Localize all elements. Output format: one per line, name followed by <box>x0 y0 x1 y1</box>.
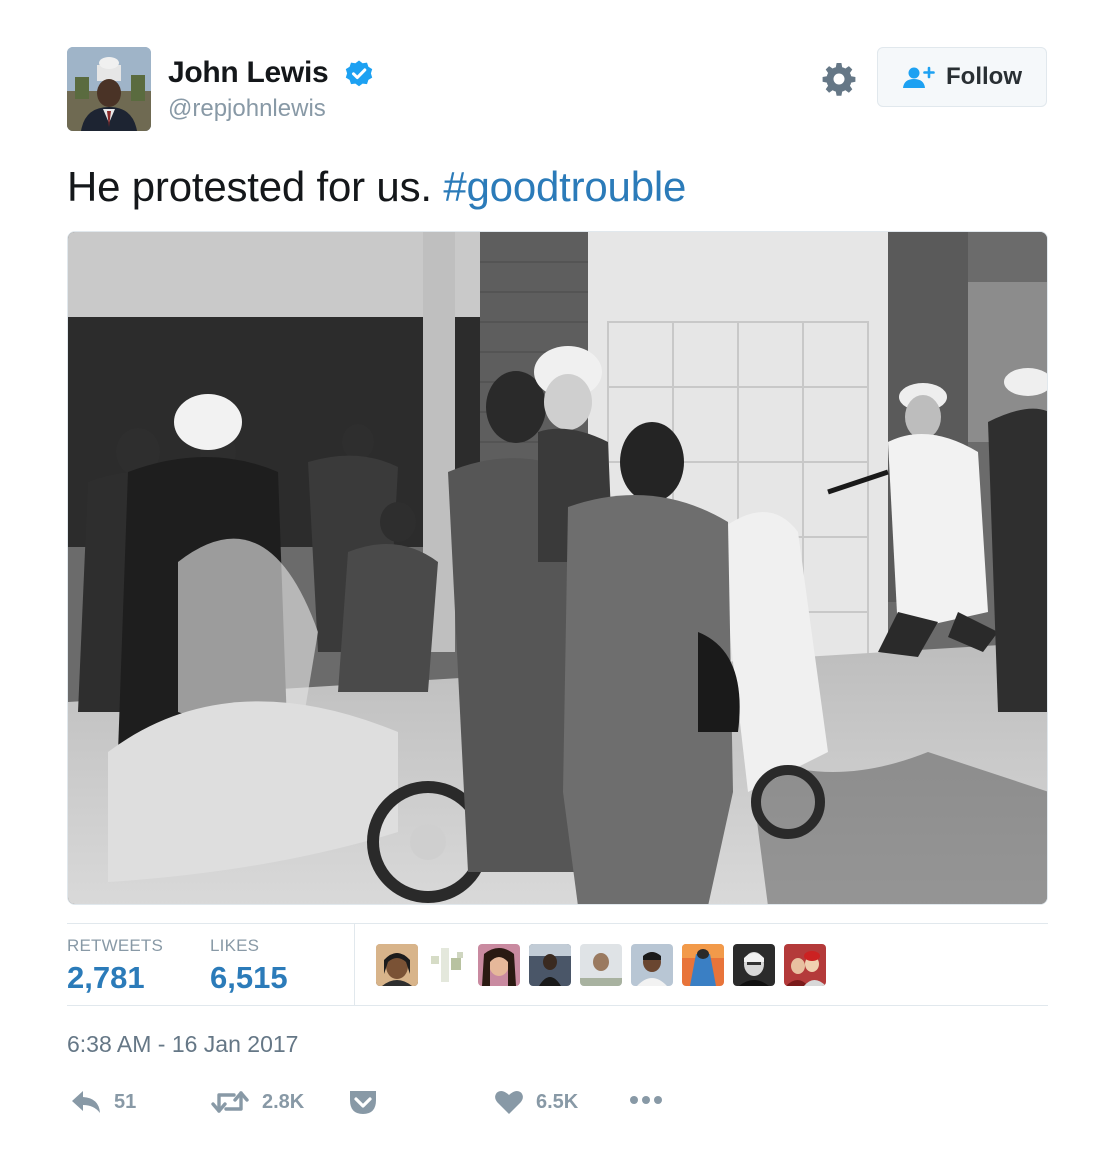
retweet-button[interactable]: 2.8K <box>210 1089 304 1115</box>
hashtag-link[interactable]: #goodtrouble <box>443 163 686 210</box>
save-button[interactable] <box>348 1088 378 1116</box>
liker-avatar[interactable] <box>478 944 520 986</box>
like-count: 6.5K <box>536 1090 579 1113</box>
retweets-count[interactable]: 2,781 <box>67 960 145 996</box>
liker-avatar[interactable] <box>580 944 622 986</box>
liker-avatar[interactable] <box>733 944 775 986</box>
stats-separator <box>354 923 355 1005</box>
heart-icon <box>495 1090 523 1114</box>
divider-top <box>67 923 1048 924</box>
like-button[interactable]: 6.5K <box>494 1089 578 1115</box>
gear-icon[interactable] <box>821 61 857 97</box>
tweet-timestamp[interactable]: 6:38 AM - 16 Jan 2017 <box>67 1031 298 1058</box>
retweets-label: RETWEETS <box>67 936 164 955</box>
likes-count[interactable]: 6,515 <box>210 960 288 996</box>
tweet-photo[interactable] <box>67 231 1048 905</box>
retweet-count: 2.8K <box>262 1090 305 1113</box>
liker-avatar[interactable] <box>376 944 418 986</box>
likes-label: LIKES <box>210 936 260 955</box>
pocket-save-icon <box>350 1091 376 1114</box>
reply-icon <box>72 1091 100 1113</box>
liker-avatar[interactable] <box>529 944 571 986</box>
add-user-icon <box>903 66 935 88</box>
follow-button[interactable]: Follow <box>877 47 1047 107</box>
author-name[interactable]: John Lewis <box>168 56 329 90</box>
more-options-button[interactable] <box>628 1093 664 1107</box>
liker-avatar[interactable] <box>631 944 673 986</box>
retweet-icon <box>211 1091 249 1113</box>
reply-count: 51 <box>114 1090 137 1113</box>
reply-button[interactable]: 51 <box>70 1089 136 1115</box>
liker-avatar[interactable] <box>682 944 724 986</box>
more-dots-icon <box>630 1096 662 1104</box>
author-avatar[interactable] <box>67 47 151 131</box>
divider-bottom <box>67 1005 1048 1006</box>
liker-avatar[interactable] <box>427 944 469 986</box>
author-handle[interactable]: @repjohnlewis <box>168 95 326 123</box>
follow-label: Follow <box>946 63 1022 90</box>
liker-avatar[interactable] <box>784 944 826 986</box>
tweet-body: He protested for us. <box>67 163 432 210</box>
tweet-text: He protested for us. #goodtrouble <box>67 163 686 211</box>
verified-badge-icon <box>345 60 373 87</box>
